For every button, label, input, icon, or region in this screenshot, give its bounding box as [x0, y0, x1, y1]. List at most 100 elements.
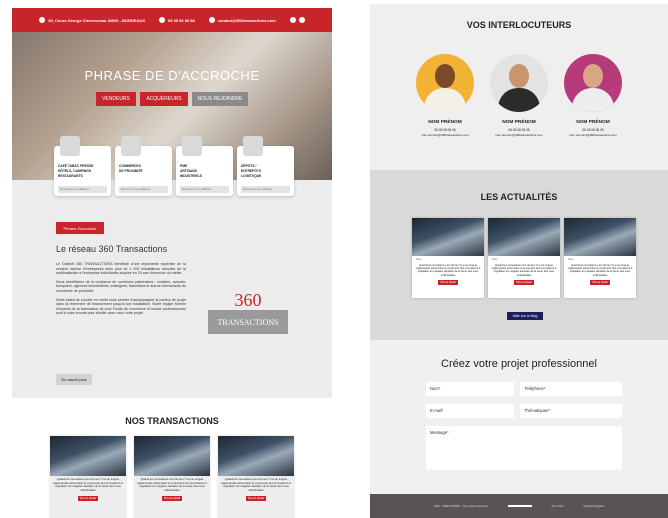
details-button[interactable]: Plus de détails — [438, 279, 458, 285]
details-button[interactable]: Plus de détails — [246, 496, 266, 502]
news-card[interactable]: Date Quand les innovations sont du lieu … — [488, 218, 560, 298]
news-text: Quand les innovations sont du lieu ? La … — [491, 264, 557, 277]
contact-form-section: Créez votre projet professionnel Nom* Té… — [370, 340, 668, 494]
building-image — [218, 436, 294, 476]
discover-link[interactable]: Découvrir nos affaires — [241, 186, 290, 193]
category-image — [60, 136, 80, 156]
transaction-card[interactable]: Quand les innovations sont du lieu ? La … — [134, 436, 210, 518]
news-card[interactable]: Date Quand les innovations sont du lieu … — [412, 218, 484, 298]
person-email[interactable]: nom.prenom@360transactions.com — [410, 133, 480, 137]
category-card[interactable]: CAFÉ TABAC PRESSE HÔTELS, CAMPINGS RESTA… — [54, 136, 111, 196]
building-image — [564, 218, 636, 256]
facebook-icon[interactable] — [289, 17, 296, 23]
buyers-button[interactable]: ACQUÉREURS — [140, 92, 188, 106]
category-line: LOGISTIQUE — [241, 174, 262, 178]
transaction-text: Quand les innovations sont du lieu ? La … — [221, 477, 291, 492]
details-button[interactable]: Plus de détails — [514, 279, 534, 285]
top-contact-bar: 60, Cours George Clemenceau 33000 - BORD… — [12, 8, 332, 32]
theme-field[interactable]: Thématiques* — [520, 404, 622, 418]
building-image — [488, 218, 560, 256]
news-title: LES ACTUALITÉS — [480, 192, 558, 202]
details-button[interactable]: Plus de détails — [78, 496, 98, 502]
person-phone[interactable]: 06 06 06 06 06 — [410, 128, 480, 132]
linkedin-icon[interactable] — [298, 17, 305, 23]
logo-word: TRANSACTIONS — [208, 310, 288, 334]
contacts-section: VOS INTERLOCUTEURS NOM PRÉNOM 06 06 06 0… — [370, 4, 668, 170]
topbar-email[interactable]: contact@360transactions.com — [208, 17, 276, 23]
network-description: Le Cabinet 360 TRANSACTIONS bénéficie d'… — [56, 262, 186, 320]
phone-field[interactable]: Téléphone* — [520, 382, 622, 396]
discover-link[interactable]: Découvrir nos affaires — [180, 186, 229, 193]
learn-more-button[interactable]: En savoir plus — [56, 374, 92, 385]
category-image — [121, 136, 141, 156]
person-phone[interactable]: 06 06 06 06 06 — [484, 128, 554, 132]
transaction-card[interactable]: Quand les innovations sont du lieu ? La … — [218, 436, 294, 518]
building-image — [412, 218, 484, 256]
building-image — [134, 436, 210, 476]
name-field[interactable]: Nom* — [426, 382, 514, 396]
contacts-title: VOS INTERLOCUTEURS — [466, 20, 572, 30]
network-paragraph: Le Cabinet 360 TRANSACTIONS bénéficie d'… — [56, 262, 186, 276]
hero-title: PHRASE DE D'ACCROCHE — [84, 68, 260, 83]
cgv-link[interactable]: Nos CGV — [552, 504, 564, 508]
news-date: Date — [492, 258, 498, 261]
category-line: DE PROXIMITÉ — [119, 169, 143, 173]
discover-link[interactable]: Découvrir nos affaires — [119, 186, 168, 193]
topbar-address: 60, Cours George Clemenceau 33000 - BORD… — [39, 17, 145, 23]
location-icon — [39, 17, 46, 23]
footer: 2023 - 360FUTURES - Tous droits réservés… — [370, 494, 668, 518]
person-email[interactable]: nom.prenom@360transactions.com — [484, 133, 554, 137]
email-icon — [208, 17, 215, 23]
contact-person: NOM PRÉNOM 06 06 06 06 06 nom.prenom@360… — [484, 54, 554, 137]
tagline-button[interactable]: Phrase d'accroche — [56, 222, 104, 234]
news-date: Date — [416, 258, 422, 261]
person-name: NOM PRÉNOM — [428, 120, 462, 125]
details-button[interactable]: Plus de détails — [590, 279, 610, 285]
join-us-button[interactable]: NOUS REJOINDRE — [192, 92, 248, 106]
news-text: Quand les innovations sont du lieu ? La … — [415, 264, 481, 277]
category-card[interactable]: DÉPÔTS / ENTREPÔTS LOGISTIQUE Découvrir … — [237, 136, 294, 196]
company-logo: 360 TRANSACTIONS — [208, 290, 288, 336]
person-email[interactable]: nom.prenom@360transactions.com — [558, 133, 628, 137]
building-image — [50, 436, 126, 476]
discover-link[interactable]: Découvrir nos affaires — [58, 186, 107, 193]
contact-form-title: Créez votre projet professionnel — [441, 358, 597, 370]
contact-page-mockup: VOS INTERLOCUTEURS NOM PRÉNOM 06 06 06 0… — [370, 4, 668, 518]
legal-link[interactable]: Mentions légales — [583, 504, 604, 508]
category-line: RESTAURANTS — [58, 174, 83, 178]
person-name: NOM PRÉNOM — [502, 120, 536, 125]
social-links — [289, 17, 305, 23]
home-page-mockup: 60, Cours George Clemenceau 33000 - BORD… — [12, 8, 332, 518]
transactions-title: NOS TRANSACTIONS — [125, 416, 219, 426]
copyright: 2023 - 360FUTURES - Tous droits réservés — [433, 504, 488, 508]
avatar — [564, 54, 622, 112]
blog-button[interactable]: Aller sur le blog — [507, 312, 543, 320]
sellers-button[interactable]: VENDEURS — [96, 92, 136, 106]
footer-divider — [507, 505, 532, 507]
contact-person: NOM PRÉNOM 06 06 06 06 06 nom.prenom@360… — [410, 54, 480, 137]
transaction-text: Quand les innovations sont du lieu ? La … — [137, 477, 207, 492]
network-paragraph: Notre statut de courtier en crédit nous … — [56, 297, 186, 316]
transaction-text: Quand les innovations sont du lieu ? La … — [53, 477, 123, 492]
topbar-phone[interactable]: 05 35 54 06 88 — [159, 17, 195, 23]
category-cards: CAFÉ TABAC PRESSE HÔTELS, CAMPINGS RESTA… — [54, 136, 294, 196]
email-field[interactable]: E-mail* — [426, 404, 514, 418]
logo-number: 360 — [234, 290, 262, 310]
category-line: INDUSTRIELS — [180, 174, 202, 178]
avatar — [490, 54, 548, 112]
transactions-section: NOS TRANSACTIONS Quand les innovations s… — [12, 398, 332, 518]
category-card[interactable]: PME ARTISANS INDUSTRIELS Découvrir nos a… — [176, 136, 233, 196]
network-title: Le réseau 360 Transactions — [56, 244, 168, 254]
phone-icon — [159, 17, 166, 23]
category-card[interactable]: COMMERCES DE PROXIMITÉ Découvrir nos aff… — [115, 136, 172, 196]
news-card[interactable]: Date Quand les innovations sont du lieu … — [564, 218, 636, 298]
person-phone[interactable]: 06 06 06 06 06 — [558, 128, 628, 132]
contact-person: NOM PRÉNOM 06 06 06 06 06 nom.prenom@360… — [558, 54, 628, 137]
message-field[interactable]: Message* — [426, 426, 622, 470]
details-button[interactable]: Plus de détails — [162, 496, 182, 502]
avatar — [416, 54, 474, 112]
transaction-card[interactable]: Quand les innovations sont du lieu ? La … — [50, 436, 126, 518]
category-image — [243, 136, 263, 156]
news-text: Quand les innovations sont du lieu ? La … — [567, 264, 633, 277]
category-image — [182, 136, 202, 156]
